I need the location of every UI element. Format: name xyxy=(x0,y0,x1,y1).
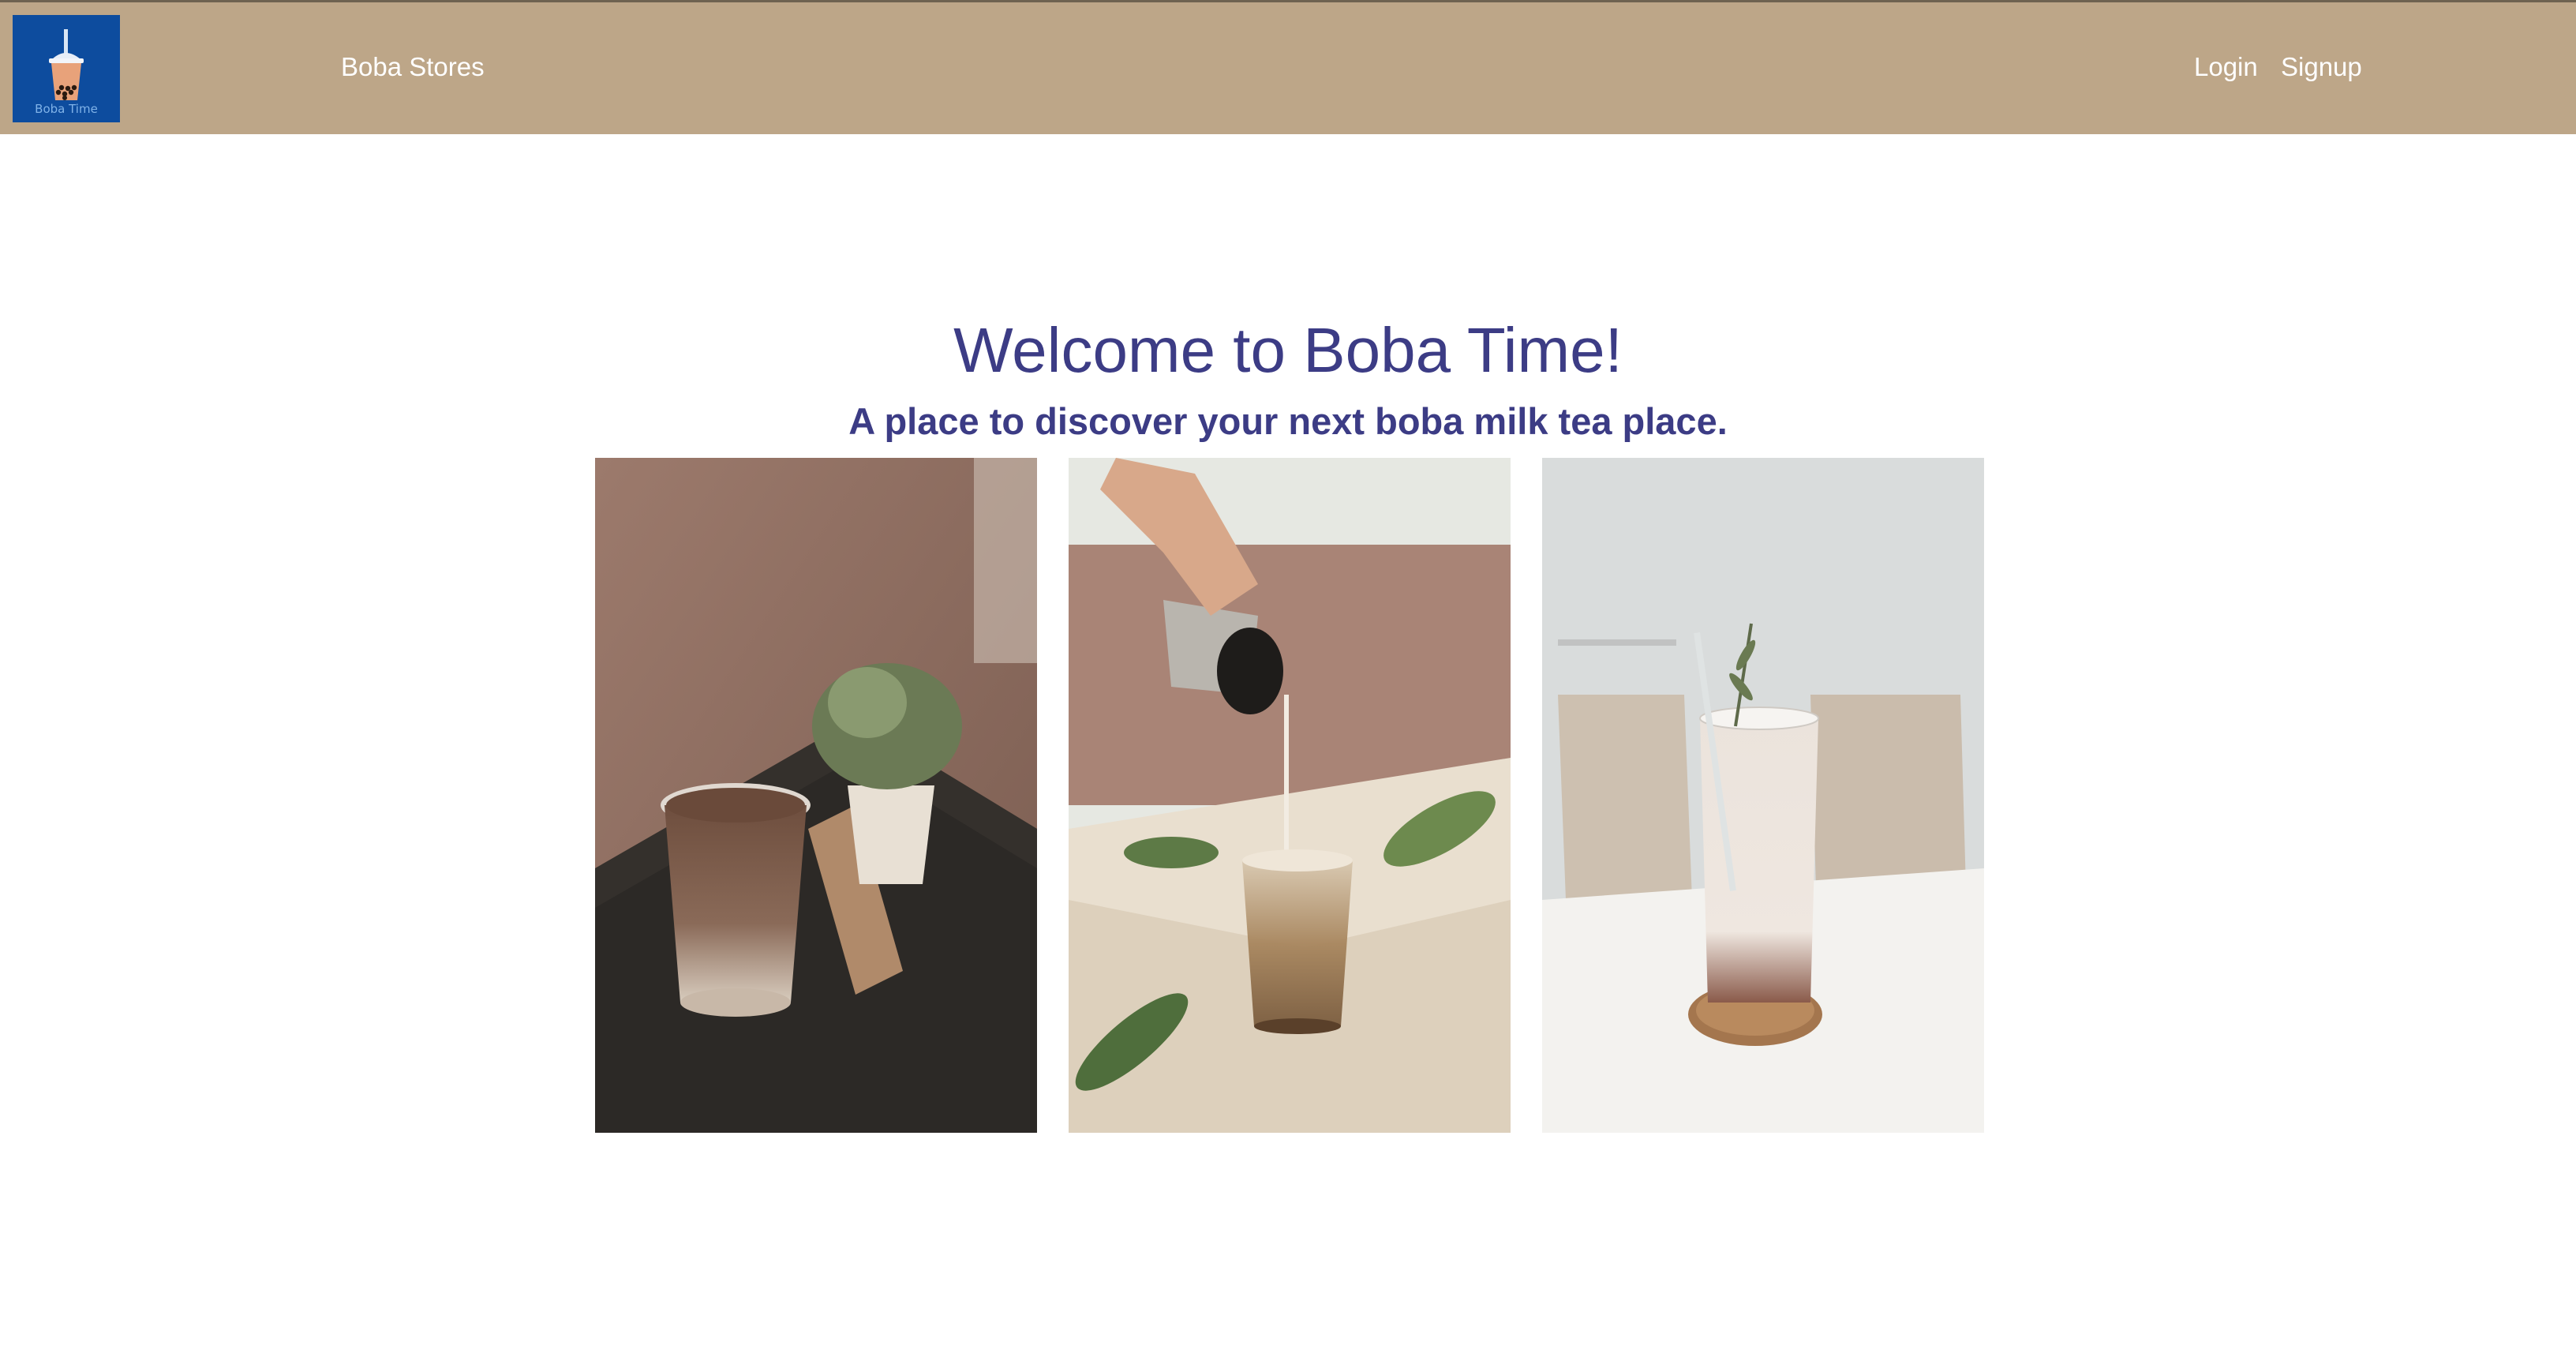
logo-text: Boba Time xyxy=(35,102,98,116)
nav-link-signup[interactable]: Signup xyxy=(2281,51,2362,83)
hero-subtitle: A place to discover your next boba milk … xyxy=(848,400,1728,442)
logo[interactable]: Boba Time xyxy=(13,15,120,122)
hero-title: Welcome to Boba Time! xyxy=(953,315,1623,385)
iced-coffee-with-plant-photo xyxy=(595,458,1037,1133)
page: Boba Time Boba Stores Login Signup Welco… xyxy=(0,0,2576,1353)
milk-tea-glass-on-coaster-photo xyxy=(1542,458,1984,1133)
nav-link-boba-stores[interactable]: Boba Stores xyxy=(341,51,485,83)
navbar: Boba Time Boba Stores Login Signup xyxy=(0,0,2576,134)
nav-link-login[interactable]: Login xyxy=(2194,51,2258,83)
pouring-milk-into-boba-tea-photo xyxy=(1069,458,1511,1133)
